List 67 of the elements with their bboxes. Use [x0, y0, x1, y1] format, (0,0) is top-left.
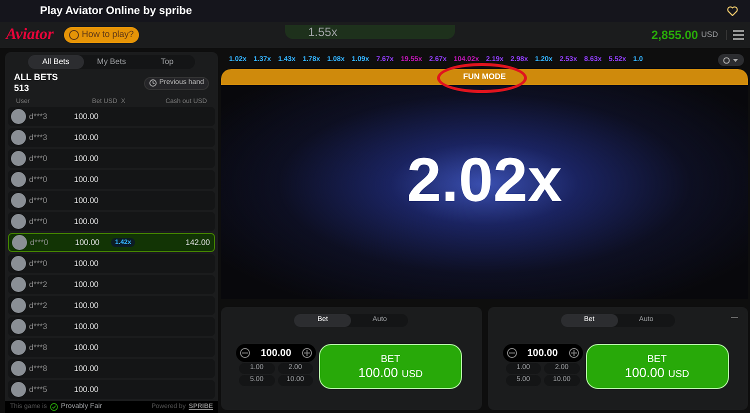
heart-icon[interactable]: [727, 6, 738, 16]
avatar: [11, 319, 26, 334]
user-name: d***0: [29, 194, 48, 206]
check-icon: [50, 403, 58, 411]
bet-amount-field[interactable]: 100.00: [236, 344, 316, 362]
avatar: [11, 151, 26, 166]
menu-icon[interactable]: [726, 30, 744, 40]
bet-amount: 100.00: [74, 174, 100, 186]
bet-amount: 100.00: [74, 320, 100, 332]
bets-tab[interactable]: Top: [139, 55, 196, 69]
avatar: [11, 298, 26, 313]
bet-amount: 100.00: [75, 236, 100, 248]
avatar: [11, 214, 26, 229]
bet-amount: 100.00: [74, 132, 100, 144]
plus-icon[interactable]: [302, 348, 312, 358]
caret-icon: [733, 58, 738, 62]
how-to-play-button[interactable]: How to play?: [64, 27, 139, 43]
user-name: d***0: [29, 174, 48, 186]
balance: 2,855.00: [651, 27, 698, 44]
user-name: d***0: [29, 258, 48, 270]
bet-amount: 100.00: [74, 194, 100, 206]
user-name: d***3: [29, 320, 48, 332]
bet-amount: 100.00: [74, 152, 100, 164]
history-toggle-button[interactable]: [718, 54, 744, 66]
bet-amount: 100.00: [74, 216, 100, 228]
avatar: [11, 361, 26, 376]
avatar: [12, 235, 27, 250]
avatar: [11, 172, 26, 187]
bet-amount: 100.00: [74, 258, 100, 270]
all-bets-title: ALL BETS: [14, 72, 58, 83]
user-name: d***2: [29, 300, 48, 312]
cash-out-amount: 142.00: [186, 236, 210, 248]
avatar: [11, 340, 26, 355]
minus-icon[interactable]: [506, 348, 516, 358]
user-name: d***3: [29, 110, 48, 122]
user-name: d***0: [29, 152, 48, 164]
bet-amount: 100.00: [74, 110, 100, 122]
user-name: d***8: [29, 342, 48, 354]
bets-count: 513: [14, 83, 30, 94]
bet-amount: 100.00: [74, 300, 100, 312]
page-title: Play Aviator Online by spribe: [40, 4, 192, 19]
toast-multiplier: 1.55x: [308, 24, 338, 41]
user-name: d***3: [29, 132, 48, 144]
bet-amount: 100.00: [74, 384, 100, 396]
bets-tab[interactable]: My Bets: [84, 55, 140, 69]
aviator-logo: Aviator: [6, 25, 54, 45]
user-name: d***2: [29, 278, 48, 290]
bet-amount: 100.00: [74, 278, 100, 290]
avatar: [11, 193, 26, 208]
user-name: d***0: [30, 236, 50, 248]
avatar: [11, 109, 26, 124]
avatar: [11, 382, 26, 397]
crash-multiplier: 2.02x: [406, 150, 562, 212]
avatar: [11, 256, 26, 271]
user-name: d***0: [29, 216, 48, 228]
plus-icon[interactable]: [568, 348, 578, 358]
bet-amount-field[interactable]: 100.00: [502, 344, 582, 362]
user-name: d***5: [29, 384, 48, 396]
bet-amount: 100.00: [74, 362, 100, 374]
bets-tab[interactable]: All Bets: [28, 55, 84, 69]
avatar: [11, 130, 26, 145]
fun-mode-label: FUN MODE: [463, 71, 506, 83]
minus-icon[interactable]: [240, 348, 250, 358]
currency-label: USD: [701, 29, 718, 41]
user-name: d***8: [29, 362, 48, 374]
avatar: [11, 277, 26, 292]
bet-amount: 100.00: [74, 342, 100, 354]
